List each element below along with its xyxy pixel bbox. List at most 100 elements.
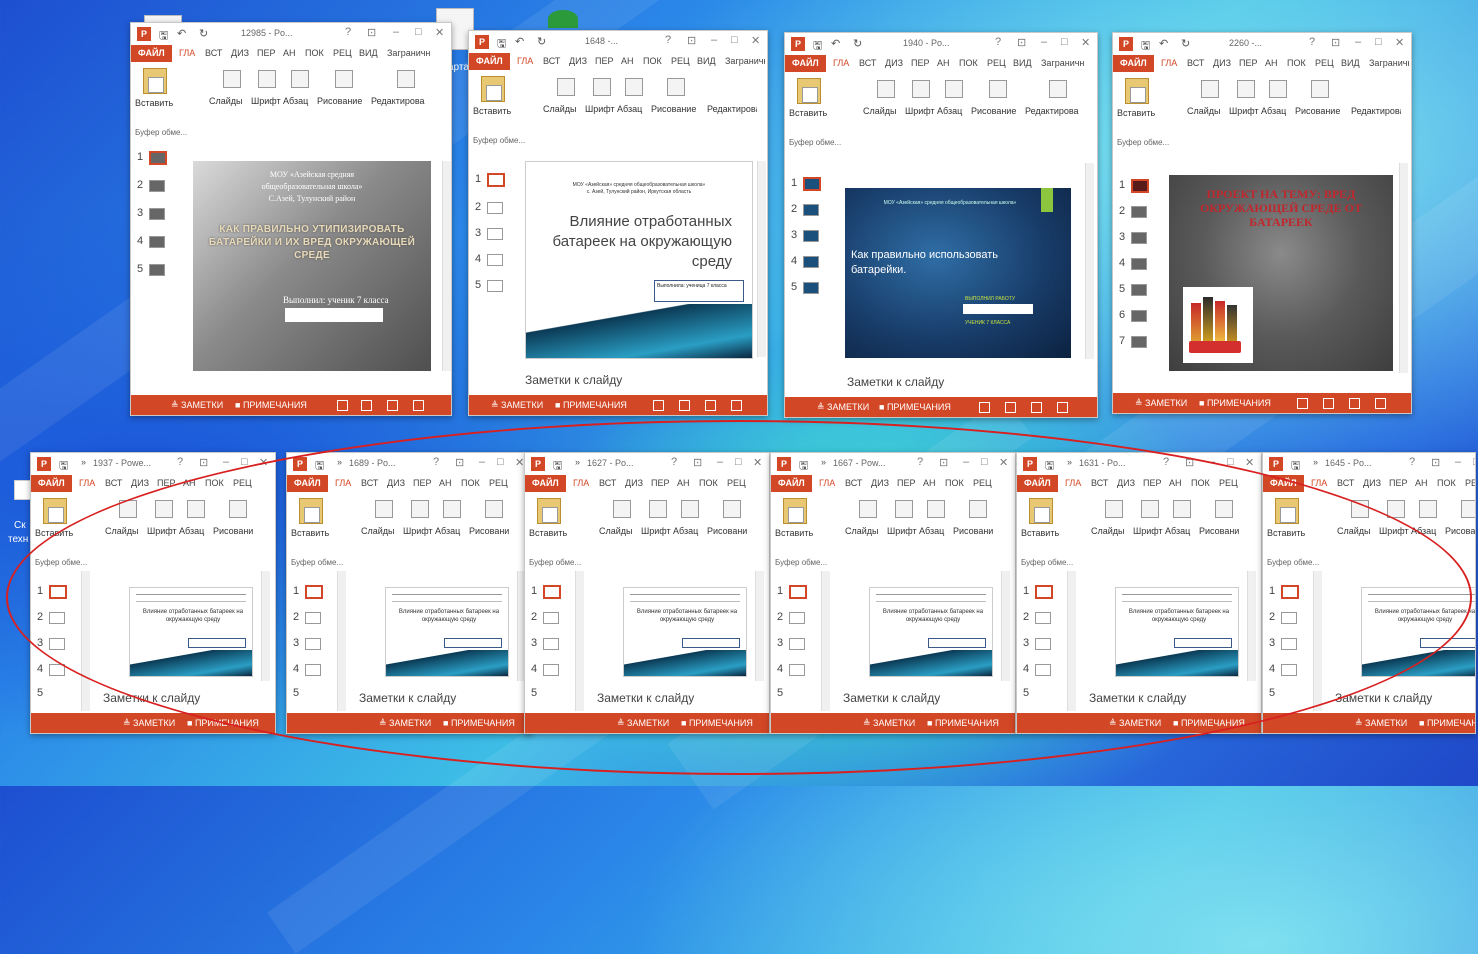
powerpoint-window[interactable]: P 🖫 » 1631 - Po... ? ⊡ – □ ✕ ФАЙЛ ГЛА ВС… — [1016, 452, 1262, 734]
slide-thumbnail[interactable] — [1281, 585, 1299, 599]
slides-group[interactable]: Слайды — [1091, 526, 1125, 536]
slides-icon[interactable] — [119, 500, 137, 518]
paste-icon[interactable] — [797, 78, 821, 104]
minimize-icon[interactable]: – — [1209, 456, 1215, 468]
minimize-icon[interactable]: – — [717, 456, 723, 468]
tab-transitions[interactable]: ПЕР — [257, 48, 275, 58]
paragraph-group[interactable]: Абзац — [617, 104, 642, 114]
tab-insert[interactable]: ВСТ — [859, 58, 876, 68]
tab-foreign[interactable]: Заграничн — [1041, 58, 1091, 68]
tab-transitions[interactable]: ПЕР — [1389, 478, 1407, 488]
close-icon[interactable]: ✕ — [1081, 36, 1090, 49]
tab-review[interactable]: РЕЦ — [987, 58, 1006, 68]
vertical-scrollbar[interactable] — [1085, 163, 1094, 359]
tab-animations[interactable]: АН — [439, 478, 452, 488]
slide-textbox[interactable] — [963, 304, 1033, 314]
tab-design[interactable]: ДИЗ — [1363, 478, 1381, 488]
slides-icon[interactable] — [877, 80, 895, 98]
tab-slideshow[interactable]: ПОК — [643, 56, 662, 66]
comments-button[interactable]: ■ ПРИМЕЧАНИЯ — [681, 718, 753, 728]
minimize-icon[interactable]: – — [223, 456, 229, 468]
font-group[interactable]: Шрифт — [905, 106, 935, 116]
thumbnail-scrollbar[interactable] — [337, 571, 346, 711]
drawing-icon[interactable] — [1215, 500, 1233, 518]
font-icon[interactable] — [258, 70, 276, 88]
sorter-view-icon[interactable] — [361, 400, 372, 411]
paragraph-icon[interactable] — [625, 78, 643, 96]
undo-icon[interactable]: ↶ — [515, 35, 524, 48]
font-icon[interactable] — [1237, 80, 1255, 98]
tab-insert[interactable]: ВСТ — [845, 478, 862, 488]
maximize-icon[interactable]: □ — [1227, 456, 1234, 468]
editing-group[interactable]: Редактирова — [1351, 106, 1401, 116]
tab-home[interactable]: ГЛА — [335, 478, 351, 488]
tab-foreign[interactable]: Заграничн — [725, 56, 765, 66]
vertical-scrollbar[interactable] — [1247, 571, 1256, 681]
editing-group[interactable]: Редактирова — [1025, 106, 1091, 116]
undo-icon[interactable]: ↶ — [177, 27, 186, 40]
slideshow-view-icon[interactable] — [1057, 402, 1068, 413]
tab-slideshow[interactable]: ПОК — [959, 58, 978, 68]
tab-home[interactable]: ГЛА — [833, 58, 849, 68]
drawing-icon[interactable] — [335, 70, 353, 88]
comments-button[interactable]: ■ ПРИМЕЧАНИЯ — [879, 402, 951, 412]
slides-group[interactable]: Слайды — [209, 96, 243, 106]
drawing-icon[interactable] — [723, 500, 741, 518]
slide-canvas[interactable]: Влияние отработанных батареек на окружаю… — [129, 587, 253, 677]
reading-view-icon[interactable] — [1349, 398, 1360, 409]
comments-button[interactable]: ■ ПРИМЕЧАНИЯ — [1419, 718, 1475, 728]
tab-animations[interactable]: АН — [1415, 478, 1428, 488]
tab-animations[interactable]: АН — [183, 478, 196, 488]
paste-icon[interactable] — [43, 498, 67, 524]
tab-insert[interactable]: ВСТ — [105, 478, 122, 488]
font-icon[interactable] — [649, 500, 667, 518]
font-group[interactable]: Шрифт — [641, 526, 671, 536]
tab-file[interactable]: ФАЙЛ — [785, 55, 826, 72]
comments-button[interactable]: ■ ПРИМЕЧАНИЯ — [1199, 398, 1271, 408]
comments-button[interactable]: ■ ПРИМЕЧАНИЯ — [927, 718, 999, 728]
slide-textbox[interactable] — [928, 638, 986, 648]
restore-icon[interactable]: ⊡ — [687, 34, 696, 47]
normal-view-icon[interactable] — [1297, 398, 1308, 409]
tab-slideshow[interactable]: ПОК — [305, 48, 324, 58]
title-bar[interactable]: P 🖫 ↶ ↻ 1940 - Po... ? ⊡ – □ ✕ — [785, 33, 1097, 55]
thumbnail-scrollbar[interactable] — [1313, 571, 1322, 711]
paragraph-icon[interactable] — [443, 500, 461, 518]
save-icon[interactable]: 🖫 — [315, 457, 324, 476]
drawing-group[interactable]: Рисование — [953, 526, 993, 536]
paste-button[interactable]: Вставить — [135, 98, 173, 108]
slideshow-view-icon[interactable] — [413, 400, 424, 411]
slide-thumbnail[interactable] — [149, 208, 165, 220]
tab-design[interactable]: ДИЗ — [387, 478, 405, 488]
paragraph-group[interactable]: Абзац — [283, 96, 308, 106]
paragraph-group[interactable]: Абзац — [1165, 526, 1190, 536]
tab-review[interactable]: РЕЦ — [1465, 478, 1475, 488]
slides-icon[interactable] — [859, 500, 877, 518]
title-bar[interactable]: P 🖫 » 1937 - Powe... ? ⊡ – □ ✕ — [31, 453, 275, 475]
slides-group[interactable]: Слайды — [845, 526, 879, 536]
tab-insert[interactable]: ВСТ — [599, 478, 616, 488]
thumbnail-scrollbar[interactable] — [81, 571, 90, 711]
slide-thumbnail[interactable] — [1131, 179, 1149, 193]
drawing-group[interactable]: Рисование — [707, 526, 747, 536]
tab-animations[interactable]: АН — [621, 56, 634, 66]
save-icon[interactable]: 🖫 — [159, 27, 168, 46]
tab-view[interactable]: ВИД — [697, 56, 716, 66]
slideshow-view-icon[interactable] — [1375, 398, 1386, 409]
slide-thumbnail[interactable] — [789, 664, 805, 676]
notes-button[interactable]: ≜ ЗАМЕТКИ — [491, 400, 543, 411]
tab-transitions[interactable]: ПЕР — [651, 478, 669, 488]
slide-thumbnail[interactable] — [49, 585, 67, 599]
paste-button[interactable]: Вставить — [529, 528, 567, 538]
font-group[interactable]: Шрифт — [887, 526, 917, 536]
paste-button[interactable]: Вставить — [1021, 528, 1059, 538]
restore-icon[interactable]: ⊡ — [939, 456, 948, 469]
tab-design[interactable]: ДИЗ — [1117, 478, 1135, 488]
paragraph-icon[interactable] — [187, 500, 205, 518]
reading-view-icon[interactable] — [705, 400, 716, 411]
slide-thumbnail[interactable] — [543, 664, 559, 676]
paste-icon[interactable] — [481, 76, 505, 102]
thumbnail-scrollbar[interactable] — [575, 571, 584, 711]
slide-thumbnail[interactable] — [487, 228, 503, 240]
tab-design[interactable]: ДИЗ — [871, 478, 889, 488]
